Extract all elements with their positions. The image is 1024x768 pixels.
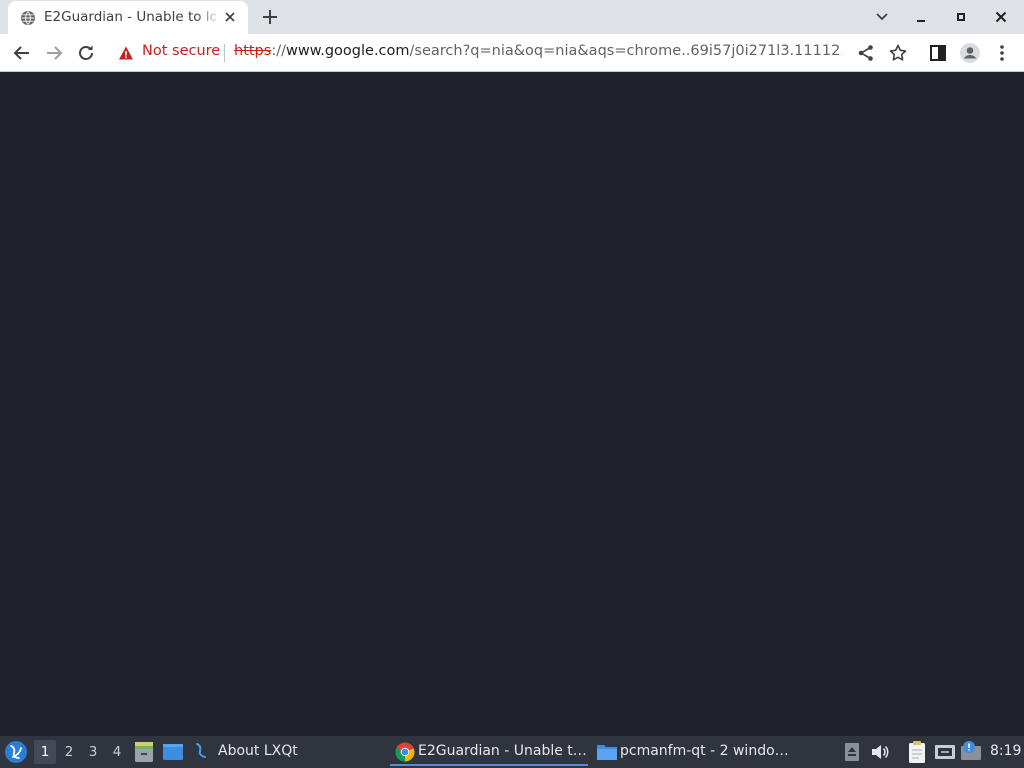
more-menu-icon[interactable]: [990, 41, 1014, 65]
task-label: E2Guardian - Unable t…: [418, 743, 587, 759]
url-field[interactable]: https://www.google.com/search?q=nia&oq=n…: [234, 43, 842, 59]
notification-icon[interactable]: [960, 740, 982, 762]
back-button[interactable]: [10, 41, 34, 65]
lxqt-menu-icon[interactable]: [4, 740, 28, 764]
reload-button[interactable]: [74, 41, 98, 65]
bookmark-star-icon[interactable]: [886, 41, 910, 65]
desktop-4-button[interactable]: 4: [106, 740, 128, 764]
task-label: pcmanfm-qt - 2 windo…: [620, 743, 789, 759]
url-host: www.google.com: [285, 43, 410, 59]
desktop-1-button[interactable]: 1: [34, 740, 56, 764]
tab-close-icon[interactable]: [222, 9, 238, 25]
new-tab-button[interactable]: [258, 5, 282, 29]
taskbar: 1 2 3 4 About LXQt E2Guardian - Unable t…: [0, 736, 1024, 768]
quicklaunch-about-lxqt[interactable]: About LXQt: [190, 736, 390, 768]
about-lxqt-label: About LXQt: [218, 743, 298, 759]
desktop-3-button[interactable]: 3: [82, 740, 104, 764]
lxqt-logo-icon: [196, 743, 206, 758]
url-path: /search?q=nia&oq=nia&aqs=chrome..69i57j0…: [409, 43, 842, 59]
show-desktop-icon[interactable]: [162, 742, 184, 762]
profile-avatar-icon[interactable]: [958, 41, 982, 65]
side-panel-button[interactable]: [926, 41, 950, 65]
minimize-button[interactable]: [910, 6, 932, 28]
window-close-button[interactable]: [990, 6, 1012, 28]
network-icon[interactable]: [934, 742, 956, 762]
active-task-indicator: [390, 764, 588, 766]
clock[interactable]: 8:19: [990, 743, 1021, 759]
file-cabinet-icon[interactable]: [134, 741, 154, 763]
maximize-button[interactable]: [950, 6, 972, 28]
volume-icon[interactable]: [870, 743, 890, 761]
browser-tab[interactable]: E2Guardian - Unable to load page: [8, 1, 248, 34]
warning-icon[interactable]: [118, 45, 134, 61]
clipboard-icon[interactable]: [906, 740, 928, 764]
task-pcmanfm-window[interactable]: pcmanfm-qt - 2 windo…: [592, 736, 792, 768]
folder-icon: [597, 745, 617, 760]
chrome-icon: [395, 742, 415, 762]
forward-button[interactable]: [42, 41, 66, 65]
tab-strip: E2Guardian - Unable to load page: [0, 0, 1024, 34]
desktop-2-button[interactable]: 2: [58, 740, 80, 764]
tab-search-chevron-down-icon[interactable]: [871, 6, 893, 28]
security-status-label[interactable]: Not secure: [142, 43, 220, 59]
page-content: [0, 72, 1024, 736]
removable-media-icon[interactable]: [844, 742, 860, 762]
url-scheme: https: [234, 43, 272, 59]
task-chrome-window[interactable]: E2Guardian - Unable t…: [390, 736, 588, 768]
tab-title: E2Guardian - Unable to load page: [44, 9, 216, 25]
omnibox-divider: [224, 44, 225, 62]
url-scheme-separator: ://: [271, 43, 286, 59]
browser-toolbar: Not secure https://www.google.com/search…: [0, 34, 1024, 72]
globe-icon: [21, 11, 35, 25]
share-button[interactable]: [854, 41, 878, 65]
